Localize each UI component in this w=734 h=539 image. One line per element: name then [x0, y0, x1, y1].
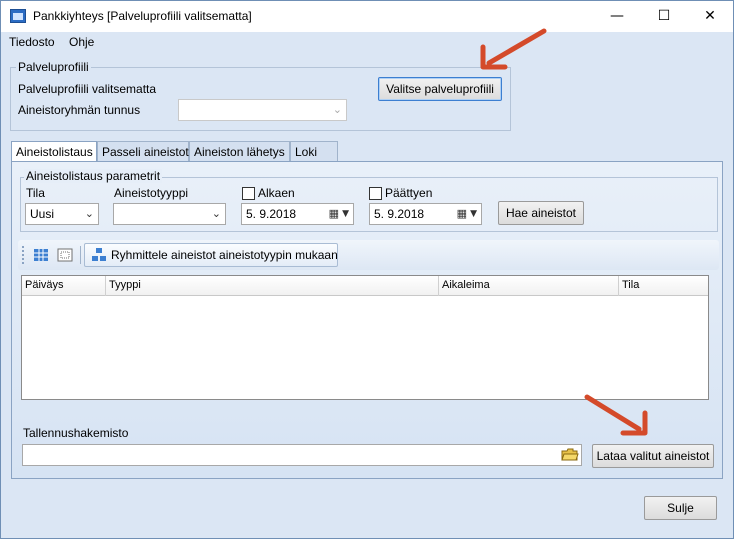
group-by-type-button[interactable]: Ryhmittele aineistot aineistotyypin muka… — [84, 243, 338, 267]
group-icon — [91, 247, 107, 266]
group-id-label: Aineistoryhmän tunnus — [18, 103, 141, 117]
toolbar-separator — [80, 246, 81, 264]
chevron-down-icon: ⌄ — [84, 207, 94, 220]
column-header-tila[interactable]: Tila — [619, 276, 708, 296]
menu-bar: Tiedosto Ohje — [1, 32, 733, 52]
grid-header: Päiväys Tyyppi Aikaleima Tila — [22, 276, 708, 296]
select-profile-button[interactable]: Valitse palveluprofiili — [378, 77, 502, 101]
tyyppi-label: Aineistotyyppi — [114, 186, 189, 200]
params-legend: Aineistolistaus parametrit — [24, 169, 163, 183]
paattyen-date-value: 5. 9.2018 — [374, 207, 425, 221]
save-dir-input[interactable] — [22, 444, 582, 466]
profile-status-text: Palveluprofiili valitsematta — [18, 82, 157, 96]
tab-aineistolistaus[interactable]: Aineistolistaus — [11, 141, 97, 163]
tab-aineiston-lahetys[interactable]: Aineiston lähetys — [189, 141, 290, 162]
chevron-down-icon[interactable]: ▼ — [470, 209, 477, 219]
calendar-icon[interactable]: ▦ — [457, 207, 467, 220]
paattyen-date-picker[interactable]: 5. 9.2018 ▦ ▼ — [369, 203, 482, 225]
menu-item-ohje[interactable]: Ohje — [69, 35, 94, 49]
paattyen-checkbox[interactable] — [369, 187, 382, 200]
alkaen-date-value: 5. 9.2018 — [246, 207, 297, 221]
annotation-arrow-icon — [480, 28, 547, 70]
annotation-arrow-icon — [584, 394, 648, 436]
toolbar-grip — [22, 246, 24, 264]
app-icon — [10, 9, 26, 23]
grid-toolbar: Ryhmittele aineistot aineistotyypin muka… — [18, 240, 719, 270]
download-selected-button[interactable]: Lataa valitut aineistot — [592, 444, 714, 468]
folder-icon[interactable] — [561, 447, 579, 463]
aineisto-grid[interactable]: Päiväys Tyyppi Aikaleima Tila — [21, 275, 709, 400]
tila-value: Uusi — [30, 207, 55, 221]
app-window: Pankkiyhteys [Palveluprofiili valitsemat… — [0, 0, 734, 539]
close-button[interactable]: Sulje — [644, 496, 717, 520]
menu-item-tiedosto[interactable]: Tiedosto — [9, 35, 55, 49]
close-icon[interactable]: ✕ — [687, 1, 733, 32]
maximize-icon[interactable]: ☐ — [641, 1, 687, 32]
chevron-down-icon: ⌄ — [332, 103, 342, 116]
column-header-aikaleima[interactable]: Aikaleima — [439, 276, 619, 296]
chevron-down-icon: ⌄ — [211, 207, 221, 220]
title-bar: Pankkiyhteys [Palveluprofiili valitsemat… — [1, 1, 733, 32]
tab-loki[interactable]: Loki — [290, 141, 338, 162]
alkaen-label: Alkaen — [258, 186, 295, 200]
save-dir-label: Tallennushakemisto — [23, 426, 129, 440]
palveluprofiili-legend: Palveluprofiili — [16, 60, 91, 74]
tyyppi-select[interactable]: ⌄ — [113, 203, 226, 225]
tila-label: Tila — [26, 186, 45, 200]
tab-passeli-aineistot[interactable]: Passeli aineistot — [97, 141, 189, 162]
grid-view-icon[interactable] — [30, 244, 52, 266]
column-header-paivays[interactable]: Päiväys — [22, 276, 106, 296]
tila-select[interactable]: Uusi ⌄ — [25, 203, 99, 225]
search-button[interactable]: Hae aineistot — [498, 201, 584, 225]
minimize-icon[interactable]: — — [594, 1, 640, 32]
paattyen-label: Päättyen — [385, 186, 433, 200]
select-all-icon[interactable] — [54, 244, 76, 266]
alkaen-date-picker[interactable]: 5. 9.2018 ▦ ▼ — [241, 203, 354, 225]
chevron-down-icon[interactable]: ▼ — [342, 209, 349, 219]
group-by-type-label: Ryhmittele aineistot aineistotyypin muka… — [111, 248, 338, 262]
window-title: Pankkiyhteys [Palveluprofiili valitsemat… — [33, 9, 252, 23]
calendar-icon[interactable]: ▦ — [329, 207, 339, 220]
group-id-select[interactable]: ⌄ — [178, 99, 347, 121]
column-header-tyyppi[interactable]: Tyyppi — [106, 276, 439, 296]
alkaen-checkbox[interactable] — [242, 187, 255, 200]
